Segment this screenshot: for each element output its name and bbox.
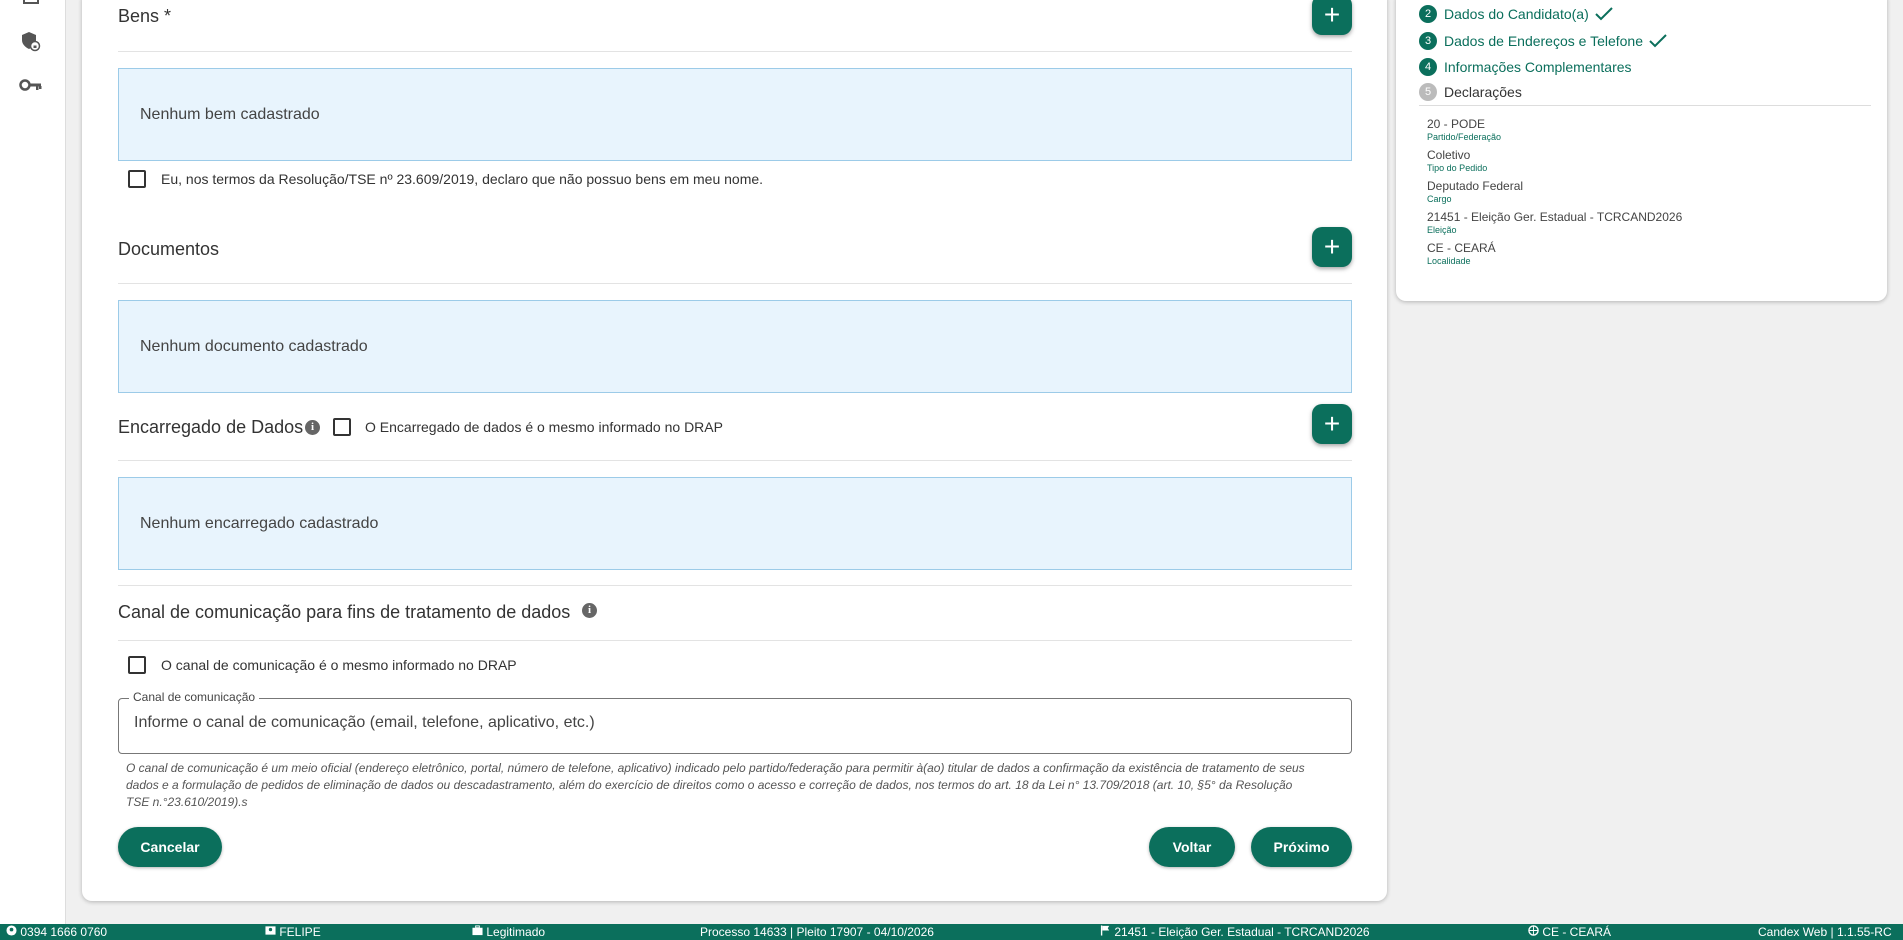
form-card: Bens * + Nenhum bem cadastrado Eu, nos t… xyxy=(82,0,1387,901)
canal-field-label: Canal de comunicação xyxy=(129,690,260,704)
summary-divider xyxy=(1419,105,1871,106)
next-button[interactable]: Próximo xyxy=(1251,827,1352,867)
layers-icon[interactable] xyxy=(18,0,44,14)
step-number: 2 xyxy=(1419,5,1437,23)
documentos-empty-box: Nenhum documento cadastrado xyxy=(118,300,1352,393)
tipo-pedido-value: Coletivo xyxy=(1427,148,1471,162)
step-5[interactable]: 5 Declarações xyxy=(1419,83,1522,101)
footer-role-text: Legitimado xyxy=(486,925,546,939)
status-footer: 0394 1666 0760 FELIPE Legitimado Process… xyxy=(0,924,1903,940)
encarregado-empty-text: Nenhum encarregado cadastrado xyxy=(140,514,379,532)
step-label: Declarações xyxy=(1444,84,1522,100)
step-label: Informações Complementares xyxy=(1444,59,1632,75)
bens-title: Bens * xyxy=(118,6,172,26)
encarregado-divider xyxy=(118,460,1352,461)
step-label: Dados do Candidato(a) xyxy=(1444,6,1589,22)
footer-election-text: 21451 - Eleição Ger. Estadual - TCRCAND2… xyxy=(1114,925,1370,939)
briefcase-icon xyxy=(472,925,483,936)
globe-icon xyxy=(1528,925,1539,936)
footer-election: 21451 - Eleição Ger. Estadual - TCRCAND2… xyxy=(1100,925,1370,939)
add-encarregado-button[interactable]: + xyxy=(1312,404,1352,444)
check-icon xyxy=(1649,34,1667,48)
check-icon xyxy=(1595,7,1613,21)
key-icon[interactable] xyxy=(18,72,44,98)
user-circle-icon xyxy=(6,925,17,936)
tipo-pedido-label: Tipo do Pedido xyxy=(1427,163,1488,173)
documentos-title: Documentos xyxy=(118,239,220,259)
summary-panel: 2 Dados do Candidato(a) 3 Dados de Ender… xyxy=(1396,0,1887,301)
bens-divider xyxy=(118,51,1352,52)
step-number: 5 xyxy=(1419,83,1437,101)
encarregado-same-drap-checkbox[interactable] xyxy=(333,418,351,436)
partido-label: Partido/Federação xyxy=(1427,132,1502,142)
step-number: 3 xyxy=(1419,32,1437,50)
localidade-value: CE - CEARÁ xyxy=(1427,241,1496,255)
footer-process: Processo 14633 | Pleito 17907 - 04/10/20… xyxy=(700,925,934,939)
cargo-value: Deputado Federal xyxy=(1427,179,1524,193)
footer-role: Legitimado xyxy=(472,925,545,939)
footer-user-name: FELIPE xyxy=(265,925,321,939)
canal-hint: O canal de comunicação é um meio oficial… xyxy=(126,761,1305,809)
encarregado-same-drap-label: O Encarregado de dados é o mesmo informa… xyxy=(365,419,723,435)
localidade-label: Localidade xyxy=(1427,256,1471,266)
footer-location: CE - CEARÁ xyxy=(1528,925,1611,939)
footer-user-id: 0394 1666 0760 xyxy=(6,925,107,939)
canal-divider xyxy=(118,640,1352,641)
canal-field: Canal de comunicação xyxy=(118,690,1352,754)
no-assets-checkbox[interactable] xyxy=(128,170,146,188)
encarregado-empty-box: Nenhum encarregado cadastrado xyxy=(118,477,1352,570)
shield-lock-icon[interactable] xyxy=(18,28,44,54)
step-3[interactable]: 3 Dados de Endereços e Telefone xyxy=(1419,32,1667,50)
documentos-empty-text: Nenhum documento cadastrado xyxy=(140,337,368,355)
canal-same-drap-label: O canal de comunicação é o mesmo informa… xyxy=(161,657,517,673)
documentos-divider xyxy=(118,283,1352,284)
left-nav-rail xyxy=(0,0,66,924)
step-number: 4 xyxy=(1419,58,1437,76)
step-4[interactable]: 4 Informações Complementares xyxy=(1419,58,1632,76)
canal-title: Canal de comunicação para fins de tratam… xyxy=(118,602,571,622)
no-assets-label: Eu, nos termos da Resolução/TSE nº 23.60… xyxy=(161,171,764,187)
add-documento-button[interactable]: + xyxy=(1312,227,1352,267)
footer-user-name-text: FELIPE xyxy=(279,925,321,939)
bens-empty-text: Nenhum bem cadastrado xyxy=(140,105,320,123)
cancel-button[interactable]: Cancelar xyxy=(118,827,222,867)
partido-value: 20 - PODE xyxy=(1427,117,1486,131)
footer-user-id-text: 0394 1666 0760 xyxy=(20,925,108,939)
cargo-label: Cargo xyxy=(1427,194,1452,204)
canal-top-divider xyxy=(118,585,1352,586)
add-bem-button[interactable]: + xyxy=(1312,0,1352,35)
step-label: Dados de Endereços e Telefone xyxy=(1444,33,1643,49)
step-2[interactable]: 2 Dados do Candidato(a) xyxy=(1419,5,1613,23)
canal-input[interactable] xyxy=(134,714,1334,732)
footer-version: Candex Web | 1.1.55-RC xyxy=(1758,925,1892,939)
footer-location-text: CE - CEARÁ xyxy=(1542,925,1612,939)
back-button[interactable]: Voltar xyxy=(1149,827,1235,867)
eleicao-value: 21451 - Eleição Ger. Estadual - TCRCAND2… xyxy=(1427,210,1683,224)
bens-empty-box: Nenhum bem cadastrado xyxy=(118,68,1352,161)
encarregado-info-icon[interactable]: i xyxy=(305,420,320,435)
encarregado-title: Encarregado de Dados xyxy=(118,417,304,437)
flag-icon xyxy=(1100,925,1110,936)
canal-info-icon[interactable]: i xyxy=(582,603,597,618)
eleicao-label: Eleição xyxy=(1427,225,1457,235)
id-card-icon xyxy=(265,926,276,935)
canal-same-drap-checkbox[interactable] xyxy=(128,656,146,674)
